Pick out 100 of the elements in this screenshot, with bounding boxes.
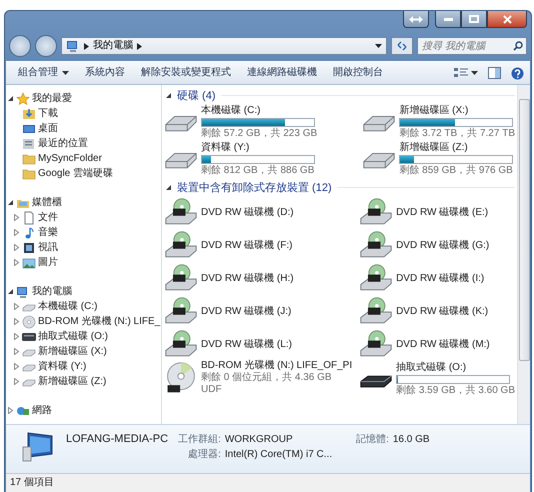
recent-icon [22,136,36,150]
nav-item[interactable]: 我的電腦 [32,286,72,298]
chevron-icon[interactable] [137,42,142,50]
minimize-button[interactable] [435,11,461,28]
drive-space: 剩餘 812 GB，共 886 GB [201,165,315,177]
collapsed-arrow-icon[interactable] [12,318,20,325]
computer-icon [16,284,30,298]
toolbar-button[interactable]: 連線網路磁碟機 [241,65,323,81]
view-options-button[interactable] [454,67,478,79]
disc-icon [22,314,36,328]
video-icon [22,240,36,254]
group-heading[interactable]: 裝置中含有卸除式存放裝置 (12) [177,182,332,194]
drive-name[interactable]: DVD RW 磁碟機 (G:) [396,240,490,252]
address-bar[interactable]: 我的電腦 [61,37,387,55]
forward-button[interactable] [35,35,57,57]
refresh-icon [396,41,408,51]
file-system: UDF [201,384,223,396]
nav-item[interactable]: 網路 [32,404,52,416]
chevron-icon[interactable] [84,42,89,50]
maximize-button[interactable] [461,11,487,28]
toolbar-button[interactable]: 組合管理 [12,65,75,81]
collapsed-arrow-icon[interactable] [12,229,20,236]
nav-item[interactable]: 媒體櫃 [32,196,62,208]
drive-name[interactable]: BD-ROM 光碟機 (N:) LIFE_OF_PI [201,360,352,372]
group-heading[interactable]: 硬碟 (4) [177,90,216,102]
toolbar-button[interactable]: 系統內容 [79,65,131,81]
drive-name[interactable]: 資料碟 (Y:) [201,142,315,154]
collapsed-arrow-icon[interactable] [12,214,20,221]
drive-name[interactable]: 本機磁碟 (C:) [201,105,318,117]
property-value: Intel(R) Core(TM) i7 C... [224,449,332,461]
search-field[interactable]: 搜尋 我的電腦 [417,37,527,55]
drive-space: 剩餘 3.72 TB，共 7.27 TB [399,128,515,140]
drive-name[interactable]: 新增磁碟區 (Z:) [399,142,514,154]
computer-name: LOFANG-MEDIA-PC [66,432,168,445]
folder-icon [22,152,36,166]
minimize-icon [444,18,452,20]
collapsed-arrow-icon[interactable] [12,303,20,310]
collapsed-arrow-icon[interactable] [12,244,20,251]
nav-item[interactable]: BD-ROM 光碟機 (N:) LIFE_ [38,316,160,328]
nav-item[interactable]: 本機磁碟 (C:) [38,300,98,312]
drive-name[interactable]: DVD RW 磁碟機 (I:) [396,272,484,284]
toolbar-button[interactable]: 開啟控制台 [327,65,389,81]
drive-name[interactable]: DVD RW 磁碟機 (M:) [396,338,490,350]
drive-name[interactable]: DVD RW 磁碟機 (L:) [201,338,292,350]
item-count: 17 個項目 [10,477,54,489]
nav-item[interactable]: 最近的位置 [38,138,88,150]
drive-name[interactable]: 新增磁碟區 (X:) [399,105,515,117]
nav-item[interactable]: 視訊 [38,242,58,254]
help-button[interactable] [511,66,524,80]
collapsed-arrow-icon[interactable] [12,333,20,340]
expanded-arrow-icon[interactable] [164,184,172,191]
collapsed-arrow-icon[interactable] [6,407,14,414]
nav-item[interactable]: 桌面 [38,122,58,134]
nav-item[interactable]: 新增磁碟區 (Z:) [38,376,106,388]
snap-button[interactable] [403,11,429,28]
nav-item[interactable]: 資料碟 (Y:) [38,360,86,372]
pane-icon [488,67,501,79]
nav-item[interactable]: 音樂 [38,226,58,238]
bd-disc-icon [164,360,198,394]
drive-name[interactable]: 抽取式磁碟 (O:) [396,362,515,374]
drive-name[interactable]: DVD RW 磁碟機 (D:) [201,206,294,218]
drive-name[interactable]: DVD RW 磁碟機 (E:) [396,206,488,218]
download-icon [22,106,36,120]
expanded-arrow-icon[interactable] [164,92,172,99]
view-list-icon [454,67,468,79]
collapsed-arrow-icon[interactable] [12,259,20,266]
nav-item[interactable]: 抽取式磁碟 (O:) [38,330,108,342]
property-label: 處理器: [187,449,221,461]
property-label: 工作群組: [178,434,221,446]
nav-item[interactable]: 新增磁碟區 (X:) [38,346,107,358]
expanded-arrow-icon[interactable] [6,95,14,102]
scrollbar[interactable] [517,85,530,424]
collapsed-arrow-icon[interactable] [12,363,20,370]
close-button[interactable] [487,11,527,28]
drive-name[interactable]: DVD RW 磁碟機 (H:) [201,272,294,284]
breadcrumb[interactable]: 我的電腦 [93,40,133,52]
refresh-button[interactable] [391,37,413,55]
drive-name[interactable]: DVD RW 磁碟機 (J:) [201,306,292,318]
nav-item[interactable]: 我的最愛 [32,92,72,104]
drive-name[interactable]: DVD RW 磁碟機 (F:) [201,240,292,252]
nav-item[interactable]: MySyncFolder [38,152,102,164]
toolbar-button[interactable]: 解除安裝或變更程式 [135,65,237,81]
nav-item[interactable]: 圖片 [38,256,58,268]
expanded-arrow-icon[interactable] [6,199,14,206]
folder-icon [22,166,36,180]
property-value: 16.0 GB [392,434,430,446]
nav-item[interactable]: Google 雲端硬碟 [38,168,114,180]
nav-item[interactable]: 文件 [38,212,58,224]
collapsed-arrow-icon[interactable] [12,378,20,385]
back-button[interactable] [9,35,31,57]
nav-item[interactable]: 下載 [38,108,58,120]
maximize-icon [469,15,479,23]
search-icon [513,41,523,51]
expanded-arrow-icon[interactable] [6,288,14,295]
collapsed-arrow-icon[interactable] [12,348,20,355]
drive-name[interactable]: DVD RW 磁碟機 (K:) [396,306,488,318]
dropdown-caret-icon[interactable] [375,44,382,48]
preview-pane-button[interactable] [488,67,501,79]
close-icon [502,14,512,24]
drive-space: 剩餘 859 GB，共 976 GB [399,165,514,177]
